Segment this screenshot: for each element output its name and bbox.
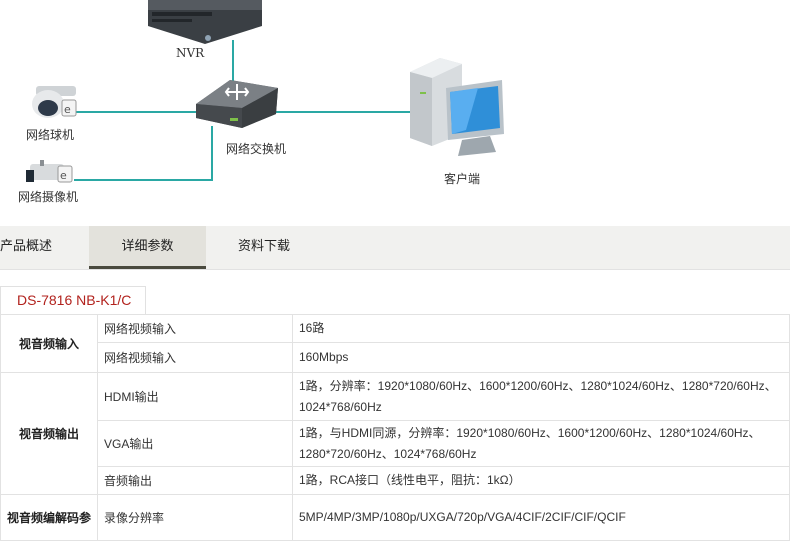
table-row: VGA输出 1路，与HDMI同源，分辨率：1920*1080/60Hz、1600… xyxy=(1,420,790,467)
spec-table: 视音频输入 网络视频输入 16路 网络视频输入 160Mbps 视音频输出 HD… xyxy=(0,314,790,541)
switch-label: 网络交换机 xyxy=(226,142,287,156)
spec-param: 网络视频输入 xyxy=(97,342,293,373)
svg-text:e: e xyxy=(64,103,71,116)
network-diagram: e e NVR 网络交换机 网络球机 网络摄像机 客户端 xyxy=(0,0,790,226)
dome-camera-icon: e xyxy=(32,86,77,118)
switch-icon xyxy=(196,80,278,128)
spec-value: 16路 xyxy=(292,314,790,343)
spec-value: 160Mbps xyxy=(292,342,790,373)
spec-param: VGA输出 xyxy=(97,420,293,467)
client-label: 客户端 xyxy=(444,172,481,186)
spec-param: 网络视频输入 xyxy=(97,314,293,343)
table-row: 视音频输入 网络视频输入 16路 xyxy=(0,314,790,373)
table-row: 音频输出 1路，RCA接口（线性电平，阻抗：1kΩ） xyxy=(1,466,790,495)
tab-detailed-specs[interactable]: 详细参数 xyxy=(89,226,206,269)
wire-bullet-switch xyxy=(74,126,213,181)
bullet-camera-icon: e xyxy=(26,160,73,183)
nvr-icon xyxy=(148,0,262,44)
tab-downloads[interactable]: 资料下载 xyxy=(224,226,304,269)
bullet-camera-label: 网络摄像机 xyxy=(18,190,79,204)
spec-value: 1路，RCA接口（线性电平，阻抗：1kΩ） xyxy=(292,466,790,495)
model-number: DS-7816 NB-K1/C xyxy=(0,286,146,314)
spec-category: 视音频输出 xyxy=(0,372,98,495)
spec-value: 1路，分辨率：1920*1080/60Hz、1600*1200/60Hz、128… xyxy=(292,372,790,421)
spec-category: 视音频输入 xyxy=(0,314,98,373)
table-row: 视音频输出 HDMI输出 1路，分辨率：1920*1080/60Hz、1600*… xyxy=(0,372,790,495)
dome-camera-label: 网络球机 xyxy=(26,128,75,142)
diagram-graphics: e e xyxy=(26,0,504,183)
tab-overview[interactable]: 产品概述 xyxy=(0,226,60,269)
product-tabs: 产品概述 详细参数 资料下载 xyxy=(0,226,790,270)
spec-param: HDMI输出 xyxy=(97,372,293,421)
client-pc-icon xyxy=(410,58,504,156)
spec-value: 1路，与HDMI同源，分辨率：1920*1080/60Hz、1600*1200/… xyxy=(292,420,790,467)
svg-text:e: e xyxy=(60,169,67,182)
nvr-label: NVR xyxy=(176,46,205,60)
table-row: 网络视频输入 160Mbps xyxy=(1,342,790,373)
spec-param: 音频输出 xyxy=(97,466,293,495)
